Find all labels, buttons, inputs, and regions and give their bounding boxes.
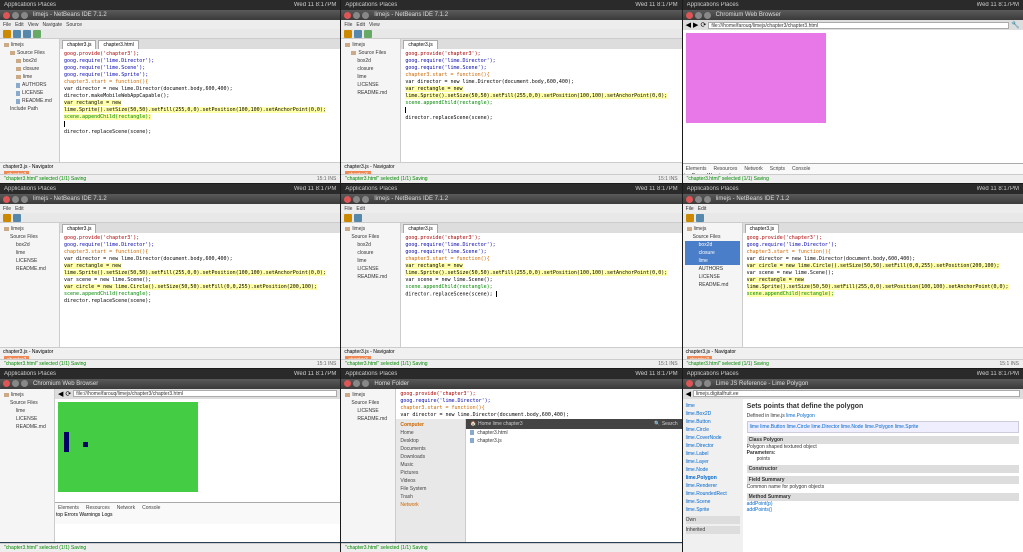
toolbar xyxy=(0,29,340,39)
code-editor[interactable]: chapter3.jschapter3.html goog.provide('c… xyxy=(60,39,340,162)
reload-icon[interactable]: ⟳ xyxy=(65,390,71,398)
browser-viewport xyxy=(683,30,1023,163)
back-icon[interactable]: ◀ xyxy=(686,21,691,29)
browser-pane-green: Applications PlacesWed 11 8:17PM Chromiu… xyxy=(0,369,340,552)
run-icon[interactable] xyxy=(33,30,41,38)
page-title: Sets points that define the polygon xyxy=(747,403,1019,410)
window-title: limejs - NetBeans IDE 7.1.2 xyxy=(33,12,107,18)
paddle-sprite xyxy=(64,432,69,452)
file-item[interactable]: chapter3.html xyxy=(466,429,681,437)
editor-tab[interactable]: chapter3.js xyxy=(62,40,96,49)
save-icon[interactable] xyxy=(23,30,31,38)
breadcrumb[interactable]: 🏠 Home lime chapter3🔍 Search xyxy=(466,419,681,429)
maximize-icon[interactable] xyxy=(21,12,28,19)
reload-icon[interactable]: ⟳ xyxy=(700,21,706,29)
project-tree[interactable]: limejs Source Files box2d closure lime L… xyxy=(341,39,401,162)
doc-sidebar[interactable]: lime lime.Box2D lime.Button lime.Circle … xyxy=(683,399,743,552)
method-link[interactable]: addPoints() xyxy=(747,507,1019,513)
ball-sprite xyxy=(83,442,88,447)
ide-pane-4: Applications PlacesWed 11 8:17PM limejs … xyxy=(0,184,340,367)
new-icon[interactable] xyxy=(3,30,11,38)
forward-icon[interactable]: ▶ xyxy=(693,21,698,29)
back-icon[interactable]: ◀ xyxy=(58,390,63,398)
ide-pane-5: Applications PlacesWed 11 8:17PM limejs … xyxy=(341,184,681,367)
menubar[interactable]: FileEditViewNavigateSource xyxy=(0,20,340,29)
close-icon[interactable] xyxy=(3,12,10,19)
tree-root: limejs xyxy=(2,41,57,49)
places-sidebar[interactable]: Computer Home Desktop Documents Download… xyxy=(396,419,466,542)
menu-icon[interactable]: 🔧 xyxy=(1011,21,1020,29)
status-bar: "chapter3.html" selected (1/1) Saving15:… xyxy=(0,174,340,183)
game-canvas[interactable] xyxy=(686,33,826,123)
code-editor[interactable]: chapter3.js goog.provide('chapter3'); go… xyxy=(401,39,681,162)
window-chrome: limejs - NetBeans IDE 7.1.2 xyxy=(0,10,340,20)
tree-item: Source Files xyxy=(2,49,57,57)
filemgr-pane: Applications PlacesWed 11 8:17PM Home Fo… xyxy=(341,369,681,552)
open-icon[interactable] xyxy=(13,30,21,38)
game-canvas[interactable] xyxy=(58,402,198,492)
project-tree[interactable]: limejs Source Files box2d closure lime A… xyxy=(0,39,60,162)
minimize-icon[interactable] xyxy=(12,12,19,19)
browser-toolbar: ◀ ▶ ⟳ file:///home/farouq/limejs/chapter… xyxy=(683,20,1023,30)
file-item[interactable]: chapter3.js xyxy=(466,437,681,445)
browser-pane-pink: Applications PlacesWed 11 8:17PM Chromiu… xyxy=(683,0,1023,183)
ide-pane-2: Applications PlacesWed 11 8:17PM limejs … xyxy=(341,0,681,183)
url-bar[interactable]: file:///home/farouq/limejs/chapter3/chap… xyxy=(708,22,1009,29)
ide-pane-1: Applications PlacesWed 11 8:17PM limejs … xyxy=(0,0,340,183)
system-topbar: Applications PlacesWed 11 8:17PM xyxy=(0,0,340,10)
file-manager: Computer Home Desktop Documents Download… xyxy=(396,419,681,542)
text-cursor xyxy=(64,121,65,127)
ide-pane-6: Applications PlacesWed 11 8:17PM limejs … xyxy=(683,184,1023,367)
doc-pane: Applications PlacesWed 11 8:17PM Lime JS… xyxy=(683,369,1023,552)
doc-content: Sets points that define the polygon Defi… xyxy=(743,399,1023,552)
